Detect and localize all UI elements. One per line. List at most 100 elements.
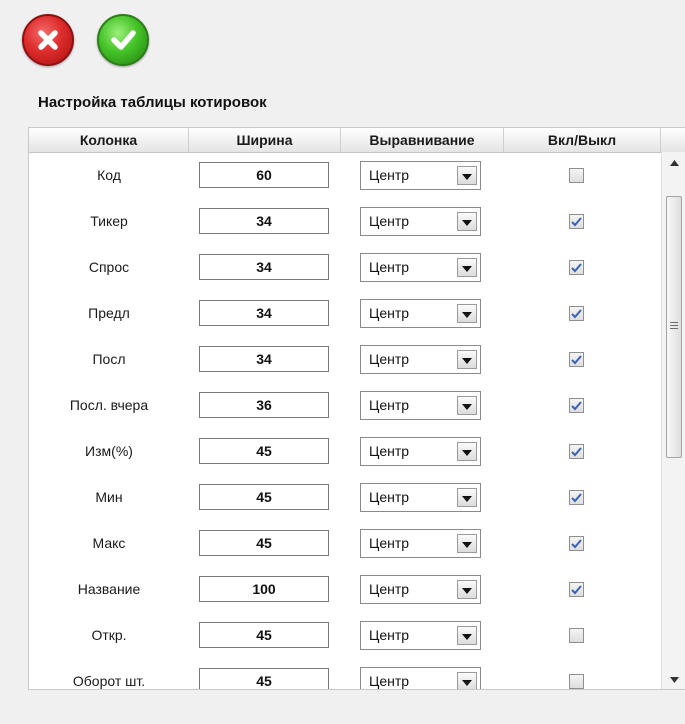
alignment-value: Центр	[369, 259, 410, 275]
enabled-checkbox[interactable]	[569, 536, 584, 551]
width-input[interactable]	[199, 438, 329, 464]
alignment-value: Центр	[369, 627, 410, 643]
checkmark-icon	[571, 584, 582, 594]
confirm-button[interactable]	[97, 14, 149, 66]
chevron-down-icon	[462, 633, 472, 640]
alignment-select[interactable]: Центр	[360, 483, 481, 512]
vertical-scrollbar[interactable]	[661, 152, 685, 689]
chevron-up-icon	[669, 160, 679, 166]
column-header-column[interactable]: Колонка	[29, 128, 189, 152]
dropdown-button[interactable]	[457, 166, 477, 185]
width-input[interactable]	[199, 530, 329, 556]
enabled-checkbox[interactable]	[569, 444, 584, 459]
alignment-select[interactable]: Центр	[360, 621, 481, 650]
alignment-select[interactable]: Центр	[360, 161, 481, 190]
checkmark-icon	[571, 262, 582, 272]
table-row: Изм(%) Центр	[29, 428, 661, 474]
enabled-checkbox[interactable]	[569, 168, 584, 183]
alignment-select[interactable]: Центр	[360, 437, 481, 466]
dropdown-button[interactable]	[457, 580, 477, 599]
column-name: Тикер	[90, 213, 128, 229]
enabled-checkbox[interactable]	[569, 628, 584, 643]
dropdown-button[interactable]	[457, 488, 477, 507]
dropdown-button[interactable]	[457, 626, 477, 645]
chevron-down-icon	[462, 449, 472, 456]
alignment-value: Центр	[369, 213, 410, 229]
column-header-width[interactable]: Ширина	[189, 128, 341, 152]
alignment-select[interactable]: Центр	[360, 253, 481, 282]
enabled-checkbox[interactable]	[569, 214, 584, 229]
checkmark-icon	[571, 538, 582, 548]
width-input[interactable]	[199, 484, 329, 510]
enabled-checkbox[interactable]	[569, 352, 584, 367]
dropdown-button[interactable]	[457, 258, 477, 277]
toolbar	[0, 0, 685, 90]
enabled-checkbox[interactable]	[569, 260, 584, 275]
column-name: Оборот шт.	[72, 673, 146, 689]
alignment-select[interactable]: Центр	[360, 207, 481, 236]
table-row: Макс Центр	[29, 520, 661, 566]
table-row: Откр. Центр	[29, 612, 661, 658]
width-input[interactable]	[199, 254, 329, 280]
width-input[interactable]	[199, 162, 329, 188]
chevron-down-icon	[462, 357, 472, 364]
scroll-down-arrow[interactable]	[662, 671, 685, 689]
column-name: Спрос	[88, 259, 130, 275]
checkmark-icon	[571, 216, 582, 226]
alignment-value: Центр	[369, 489, 410, 505]
checkmark-icon	[571, 354, 582, 364]
table-header: Колонка Ширина Выравнивание Вкл/Выкл	[29, 128, 685, 153]
dropdown-button[interactable]	[457, 672, 477, 689]
table-row: Предл Центр	[29, 290, 661, 336]
alignment-value: Центр	[369, 535, 410, 551]
column-name: Код	[97, 167, 121, 183]
alignment-value: Центр	[369, 351, 410, 367]
table-row: Код Центр	[29, 152, 661, 198]
scrollbar-thumb[interactable]	[666, 196, 682, 458]
quotes-settings-table: Колонка Ширина Выравнивание Вкл/Выкл Код…	[28, 127, 685, 690]
enabled-checkbox[interactable]	[569, 582, 584, 597]
width-input[interactable]	[199, 300, 329, 326]
width-input[interactable]	[199, 668, 329, 689]
width-input[interactable]	[199, 346, 329, 372]
cancel-button[interactable]	[22, 14, 74, 66]
enabled-checkbox[interactable]	[569, 674, 584, 689]
alignment-select[interactable]: Центр	[360, 575, 481, 604]
dropdown-button[interactable]	[457, 442, 477, 461]
column-name: Посл	[92, 351, 126, 367]
width-input[interactable]	[199, 622, 329, 648]
checkmark-icon	[571, 492, 582, 502]
scroll-up-arrow[interactable]	[662, 154, 685, 172]
enabled-checkbox[interactable]	[569, 490, 584, 505]
dropdown-button[interactable]	[457, 304, 477, 323]
alignment-select[interactable]: Центр	[360, 667, 481, 689]
dropdown-button[interactable]	[457, 350, 477, 369]
width-input[interactable]	[199, 392, 329, 418]
column-header-alignment[interactable]: Выравнивание	[341, 128, 504, 152]
alignment-select[interactable]: Центр	[360, 529, 481, 558]
alignment-value: Центр	[369, 167, 410, 183]
chevron-down-icon	[462, 219, 472, 226]
dropdown-button[interactable]	[457, 534, 477, 553]
enabled-checkbox[interactable]	[569, 398, 584, 413]
table-row: Оборот шт. Центр	[29, 658, 661, 689]
table-row: Посл. вчера Центр	[29, 382, 661, 428]
dropdown-button[interactable]	[457, 212, 477, 231]
alignment-select[interactable]: Центр	[360, 345, 481, 374]
column-header-enabled[interactable]: Вкл/Выкл	[504, 128, 661, 152]
alignment-select[interactable]: Центр	[360, 299, 481, 328]
alignment-select[interactable]: Центр	[360, 391, 481, 420]
width-input[interactable]	[199, 208, 329, 234]
enabled-checkbox[interactable]	[569, 306, 584, 321]
dropdown-button[interactable]	[457, 396, 477, 415]
chevron-down-icon	[462, 311, 472, 318]
table-row: Посл Центр	[29, 336, 661, 382]
column-name: Макс	[92, 535, 126, 551]
alignment-value: Центр	[369, 673, 410, 689]
alignment-value: Центр	[369, 305, 410, 321]
column-name: Мин	[95, 489, 123, 505]
checkmark-icon	[571, 308, 582, 318]
column-name: Изм(%)	[85, 443, 133, 459]
column-name: Посл. вчера	[69, 397, 149, 413]
width-input[interactable]	[199, 576, 329, 602]
